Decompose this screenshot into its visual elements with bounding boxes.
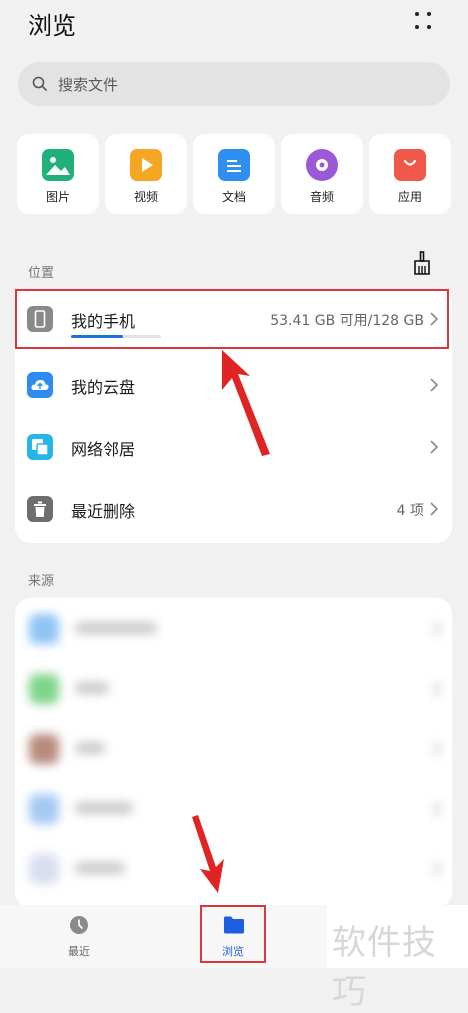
section-label-sources: 来源 — [28, 574, 55, 589]
list-item — [15, 600, 452, 658]
category-documents[interactable]: 文档 — [193, 134, 275, 214]
location-item-label: 最近删除 — [71, 502, 136, 521]
video-icon — [130, 149, 162, 181]
list-item — [15, 660, 452, 718]
category-label: 音频 — [309, 190, 334, 204]
more-dots-icon[interactable] — [412, 8, 436, 34]
tab-recent[interactable]: 最近 — [44, 905, 114, 968]
location-item-label: 我的云盘 — [71, 378, 136, 397]
highlight-box — [15, 289, 449, 349]
location-item-label: 网络邻居 — [71, 440, 136, 459]
highlight-box-nav — [200, 905, 266, 963]
audio-icon — [306, 149, 338, 181]
category-label: 图片 — [45, 190, 70, 204]
category-label: 视频 — [133, 190, 158, 204]
search-bar[interactable]: 搜索文件 — [18, 62, 450, 106]
image-icon — [42, 149, 74, 181]
chevron-right-icon — [430, 378, 438, 392]
category-apps[interactable]: 应用 — [369, 134, 451, 214]
clock-icon — [70, 916, 88, 934]
category-audio[interactable]: 音频 — [281, 134, 363, 214]
category-images[interactable]: 图片 — [17, 134, 99, 214]
category-label: 文档 — [221, 190, 246, 204]
watermark: 软件技巧 — [327, 905, 468, 1012]
network-icon — [27, 434, 53, 460]
search-placeholder: 搜索文件 — [58, 76, 119, 94]
broom-icon[interactable] — [410, 250, 436, 276]
app-store-icon — [394, 149, 426, 181]
deleted-count: 4 项 — [396, 503, 424, 519]
category-grid: 图片 视频 文档 音频 应用 — [17, 134, 451, 214]
header: 浏览 — [0, 0, 468, 48]
cloud-icon — [27, 372, 53, 398]
search-icon — [32, 76, 47, 91]
document-icon — [218, 149, 250, 181]
category-videos[interactable]: 视频 — [105, 134, 187, 214]
chevron-right-icon — [430, 502, 438, 516]
chevron-right-icon — [430, 440, 438, 454]
category-label: 应用 — [397, 190, 422, 204]
watermark-text: 软件技巧 — [332, 923, 437, 1012]
list-item — [15, 720, 452, 778]
page-title: 浏览 — [28, 12, 76, 40]
annotation-arrow-down — [192, 815, 224, 893]
section-label-location: 位置 — [28, 266, 55, 281]
tab-recent-label: 最近 — [68, 945, 90, 958]
trash-icon — [27, 496, 53, 522]
annotation-arrow-up — [222, 350, 270, 456]
location-item-recently-deleted[interactable]: 最近删除 4 项 — [15, 479, 452, 539]
